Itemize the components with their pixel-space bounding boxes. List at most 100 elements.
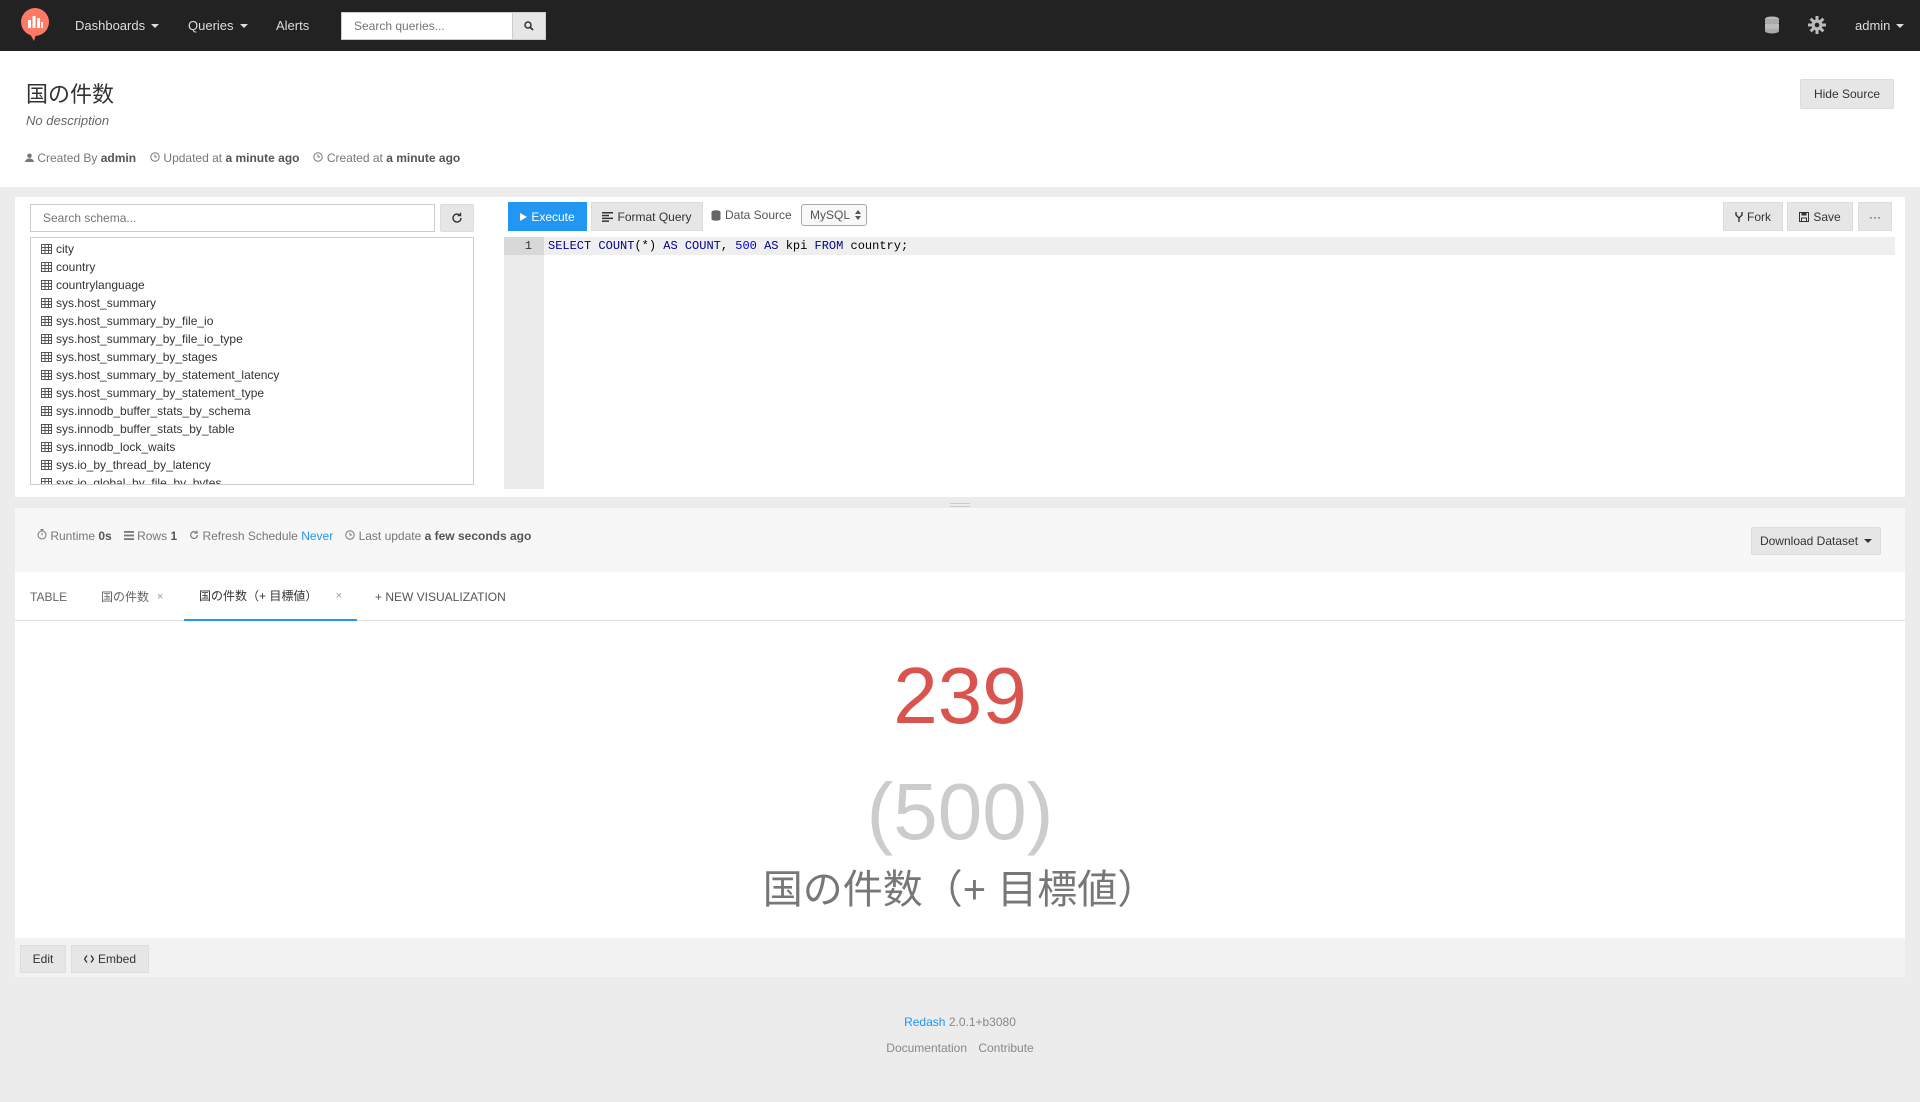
last-update-value: a few seconds ago (424, 529, 532, 543)
data-source-text: Data Source (725, 208, 792, 222)
documentation-link[interactable]: Documentation (886, 1041, 967, 1055)
save-label: Save (1813, 209, 1841, 224)
page-footer: Redash 2.0.1+b3080 (0, 1015, 1920, 1029)
schema-table-item[interactable]: sys.host_summary_by_file_io_type (41, 330, 463, 348)
table-icon (41, 352, 52, 362)
schema-table-name: sys.innodb_buffer_stats_by_schema (56, 404, 251, 418)
new-visualization-tab[interactable]: + NEW VISUALIZATION (375, 572, 506, 621)
table-icon (41, 262, 52, 272)
created-by: Created By admin (25, 151, 136, 165)
gear-icon[interactable] (1807, 15, 1827, 35)
schema-table-item[interactable]: sys.host_summary (41, 294, 463, 312)
created-by-label: Created By (37, 151, 98, 165)
table-icon (41, 334, 52, 344)
fork-label: Fork (1747, 209, 1771, 224)
chevron-down-icon (1896, 23, 1905, 28)
schema-table-item[interactable]: sys.host_summary_by_statement_latency (41, 366, 463, 384)
query-title[interactable]: 国の件数 (26, 77, 114, 109)
table-icon (41, 298, 52, 308)
schema-table-name: sys.innodb_buffer_stats_by_table (56, 422, 235, 436)
tab-viz-1[interactable]: 国の件数 × (101, 572, 163, 621)
sql-code-line[interactable]: SELECT COUNT(*) AS COUNT, 500 AS kpi FRO… (548, 237, 908, 255)
sql-token: AS (764, 239, 779, 253)
refresh-icon (190, 530, 199, 539)
schema-table-item[interactable]: city (41, 240, 463, 258)
schema-table-item[interactable]: sys.host_summary_by_statement_type (41, 384, 463, 402)
save-button[interactable]: Save (1787, 202, 1853, 231)
schema-table-name: sys.host_summary_by_file_io (56, 314, 214, 328)
updated-at-label: Updated at (163, 151, 223, 165)
resize-handle[interactable] (950, 503, 970, 507)
floppy-icon (1799, 211, 1810, 222)
runtime-stat: Runtime 0s (37, 529, 112, 543)
visualization-tabs: TABLE 国の件数 × 国の件数（+ 目標値） × + NEW VISUALI… (15, 572, 1905, 621)
more-options-button[interactable]: ··· (1858, 202, 1892, 231)
query-search-button[interactable] (512, 12, 546, 40)
nav-dashboards[interactable]: Dashboards (75, 0, 160, 51)
rows-label: Rows (137, 529, 168, 543)
sql-editor[interactable]: 1 SELECT COUNT(*) AS COUNT, 500 AS kpi F… (504, 237, 1905, 489)
nav-queries[interactable]: Queries (188, 0, 248, 51)
user-name: admin (1855, 18, 1891, 33)
embed-button[interactable]: Embed (71, 945, 149, 973)
last-update-label: Last update (358, 529, 422, 543)
schema-table-item[interactable]: countrylanguage (41, 276, 463, 294)
schema-table-item[interactable]: sys.io_global_by_file_by_bytes (41, 474, 463, 484)
fork-button[interactable]: Fork (1723, 202, 1783, 231)
tab-viz-2-label: 国の件数（+ 目標値） (199, 589, 318, 603)
counter-name: 国の件数（+ 目標値） (762, 868, 1158, 912)
align-left-icon (602, 211, 614, 222)
schema-table-name: sys.host_summary_by_stages (56, 350, 218, 364)
database-icon[interactable] (1762, 15, 1782, 35)
schema-browser[interactable]: city country countrylanguage sys.host_summa… (30, 237, 474, 485)
line-number: 1 (504, 237, 544, 255)
execute-button[interactable]: Execute (508, 202, 587, 231)
redash-logo-icon[interactable] (20, 8, 50, 42)
table-icon (41, 406, 52, 416)
contribute-link[interactable]: Contribute (978, 1041, 1033, 1055)
schema-table-item[interactable]: sys.host_summary_by_file_io (41, 312, 463, 330)
schema-search-input[interactable] (30, 204, 435, 232)
new-visualization-label: + NEW VISUALIZATION (375, 589, 506, 604)
query-search-input[interactable] (341, 12, 513, 40)
tab-table[interactable]: TABLE (30, 572, 67, 621)
download-dataset-button[interactable]: Download Dataset (1751, 527, 1881, 555)
sql-token: country; (843, 239, 909, 253)
refresh-schedule-link[interactable]: Never (301, 529, 333, 543)
download-dataset-label: Download Dataset (1759, 534, 1859, 548)
user-menu[interactable]: admin (1855, 0, 1905, 51)
schema-refresh-button[interactable] (440, 204, 474, 232)
format-query-button[interactable]: Format Query (591, 202, 703, 231)
result-stats: Runtime 0s Rows 1 Refresh Schedule Never… (37, 529, 531, 543)
tab-viz-2[interactable]: 国の件数（+ 目標値） × (184, 572, 357, 621)
code-icon (83, 955, 94, 963)
rows-stat: Rows 1 (123, 529, 177, 543)
sql-token: 500 (735, 239, 757, 253)
nav-alerts[interactable]: Alerts (276, 0, 309, 51)
schema-table-name: sys.host_summary_by_statement_type (56, 386, 265, 400)
close-icon[interactable]: × (336, 590, 342, 602)
edit-visualization-button[interactable]: Edit (20, 945, 66, 973)
table-icon (41, 424, 52, 434)
tab-table-label: TABLE (30, 589, 68, 604)
clock-icon (313, 152, 324, 162)
data-source-select[interactable]: MySQL (801, 204, 867, 226)
query-results-panel: Runtime 0s Rows 1 Refresh Schedule Never… (15, 508, 1905, 977)
schema-table-item[interactable]: country (41, 258, 463, 276)
schema-table-item[interactable]: sys.innodb_lock_waits (41, 438, 463, 456)
schema-table-name: sys.host_summary (56, 296, 157, 310)
embed-label: Embed (97, 952, 137, 966)
query-description[interactable]: No description (26, 113, 109, 128)
table-icon (41, 370, 52, 380)
table-icon (41, 460, 52, 470)
created-at-value: a minute ago (386, 151, 461, 165)
schema-table-item[interactable]: sys.innodb_buffer_stats_by_schema (41, 402, 463, 420)
redash-link[interactable]: Redash (904, 1015, 945, 1029)
close-icon[interactable]: × (157, 591, 163, 603)
hide-source-button[interactable]: Hide Source (1800, 79, 1894, 109)
schema-table-item[interactable]: sys.innodb_buffer_stats_by_table (41, 420, 463, 438)
schema-table-item[interactable]: sys.host_summary_by_stages (41, 348, 463, 366)
schema-table-item[interactable]: sys.io_by_thread_by_latency (41, 456, 463, 474)
list-icon (123, 531, 134, 540)
